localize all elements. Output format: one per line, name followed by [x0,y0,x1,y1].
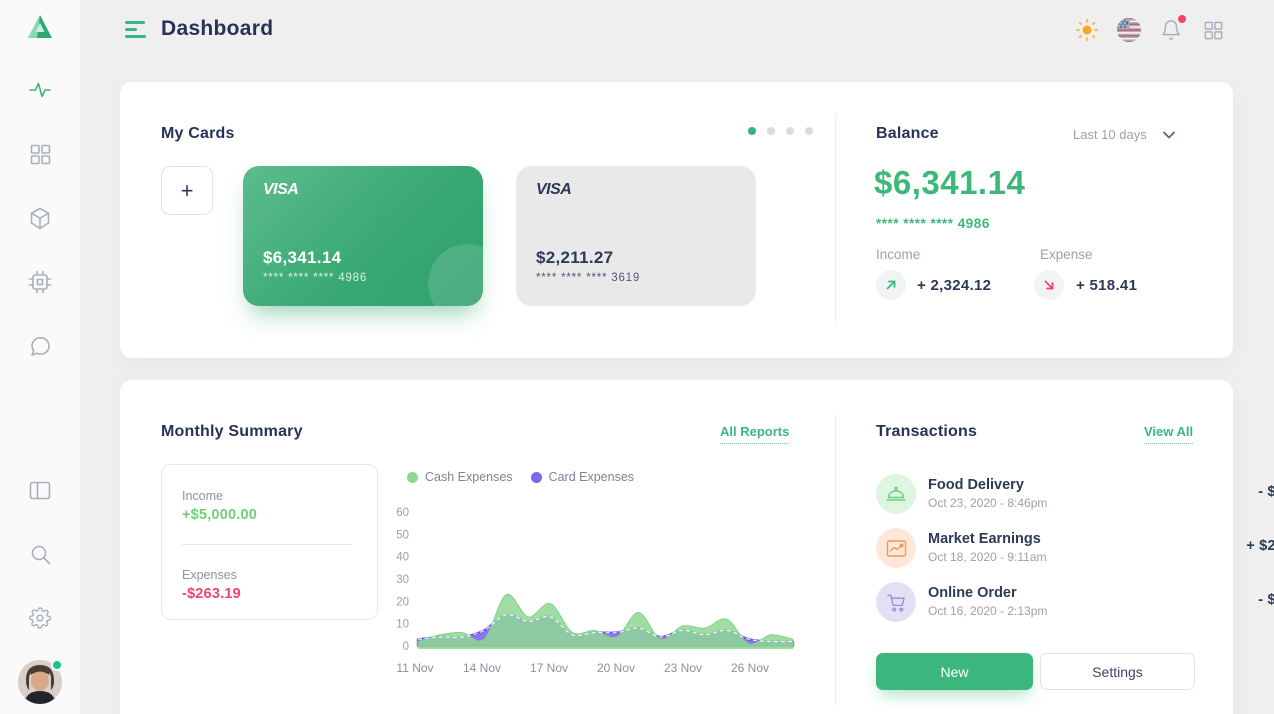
theme-sun-icon[interactable] [1074,17,1100,43]
transaction-row[interactable]: Online Order Oct 16, 2020 - 2:13pm - $92… [876,582,1274,626]
svg-text:20 Nov: 20 Nov [597,661,635,675]
balance-period-dropdown[interactable]: Last 10 days [1073,127,1175,142]
expense-value: + 518.41 [1076,277,1137,294]
cards-carousel-dots [748,127,813,135]
balance-card-number: **** **** **** 4986 [876,216,990,231]
svg-text:50: 50 [396,529,409,541]
transactions-title: Transactions [876,423,977,441]
sidebar-item-dashboard[interactable] [0,140,80,168]
sidebar-item-messages[interactable] [0,332,80,360]
activity-icon [29,80,51,100]
sidebar-item-search[interactable] [0,540,80,568]
layout-icon [29,481,51,500]
cash-expenses-legend-label: Cash Expenses [425,470,513,484]
summary-expenses-label: Expenses [182,568,237,582]
carousel-dot[interactable] [786,127,794,135]
food-delivery-icon [876,474,916,514]
carousel-dot[interactable] [767,127,775,135]
monthly-summary-title: Monthly Summary [161,423,303,441]
summary-expenses-value: -$263.19 [182,586,241,602]
visa-logo: VISA [263,181,463,199]
transaction-row[interactable]: Market Earnings Oct 18, 2020 - 9:11am + … [876,528,1274,572]
svg-text:40: 40 [396,552,409,564]
summary-income-value: +$5,000.00 [182,507,257,523]
svg-text:14 Nov: 14 Nov [463,661,501,675]
credit-card-primary[interactable]: VISA $6,341.14 **** **** **** 4986 [243,166,483,306]
menu-toggle-icon[interactable] [125,21,149,39]
sidebar-item-layout[interactable] [0,476,80,504]
language-flag-us-icon[interactable] [1116,17,1142,43]
sidebar [0,0,80,714]
chevron-down-icon [1163,131,1175,139]
sidebar-item-products[interactable] [0,204,80,232]
balance-amount: $6,341.14 [874,164,1025,202]
card-expenses-legend-dot [531,472,542,483]
svg-text:60: 60 [396,507,409,519]
all-reports-link[interactable]: All Reports [720,424,789,444]
card-number: **** **** **** 3619 [536,272,640,284]
svg-text:10: 10 [396,619,409,631]
online-status-dot [51,659,63,671]
search-icon [30,544,51,565]
income-value: + 2,324.12 [917,277,991,294]
arrow-down-right-icon [1042,278,1056,292]
panel-divider [835,415,836,705]
market-earnings-icon [876,528,916,568]
credit-card-secondary[interactable]: VISA $2,211.27 **** **** **** 3619 [516,166,756,306]
grid-icon [30,144,51,165]
sidebar-item-system[interactable] [0,268,80,296]
svg-text:23 Nov: 23 Nov [664,661,702,675]
svg-text:26 Nov: 26 Nov [731,661,769,675]
online-order-icon [876,582,916,622]
card-decoration-circle [428,244,483,306]
expense-arrow-badge [1034,270,1064,300]
add-card-button[interactable]: + [161,166,213,215]
carousel-dot[interactable] [748,127,756,135]
panel-divider [835,115,836,322]
arrow-up-right-icon [884,278,898,292]
apps-grid-icon[interactable] [1200,17,1226,43]
user-avatar[interactable] [18,660,62,704]
box-icon [29,207,51,230]
sidebar-item-activity[interactable] [0,76,80,104]
summary-income-box: Income +$5,000.00 Expenses -$263.19 [161,464,378,620]
settings-button[interactable]: Settings [1040,653,1195,690]
cpu-icon [28,270,52,294]
chat-icon [30,336,51,357]
summary-transactions-panel: Monthly Summary All Reports Income +$5,0… [120,380,1233,714]
visa-logo: VISA [536,181,736,199]
card-amount: $6,341.14 [263,248,341,268]
app-logo-icon[interactable] [26,13,54,46]
gear-icon [29,607,51,629]
notification-dot [1178,15,1186,23]
carousel-dot[interactable] [805,127,813,135]
period-label: Last 10 days [1073,127,1147,142]
svg-text:30: 30 [396,574,409,586]
my-cards-title: My Cards [161,125,235,143]
sidebar-item-settings[interactable] [0,604,80,632]
plus-icon: + [181,178,194,204]
chart-legend: Cash Expenses Card Expenses [407,470,634,484]
svg-text:17 Nov: 17 Nov [530,661,568,675]
notifications-bell-icon[interactable] [1158,17,1184,43]
divider [182,544,351,545]
card-number: **** **** **** 4986 [263,272,367,284]
svg-text:20: 20 [396,596,409,608]
balance-title: Balance [876,125,939,143]
cards-balance-panel: My Cards + VISA $6,341.14 **** **** ****… [120,82,1233,358]
card-amount: $2,211.27 [536,248,613,268]
new-button[interactable]: New [876,653,1033,690]
svg-text:11 Nov: 11 Nov [396,661,433,675]
expense-label: Expense [1040,247,1093,262]
income-label: Income [876,247,920,262]
income-arrow-badge [876,270,906,300]
expenses-area-chart: 60 50 40 30 20 10 0 11 Nov 14 Nov 17 Nov 20 Nov 23 … [385,495,800,685]
svg-text:0: 0 [403,641,409,653]
page-title: Dashboard [161,17,273,41]
cash-expenses-legend-dot [407,472,418,483]
summary-income-label: Income [182,489,223,503]
view-all-link[interactable]: View All [1144,424,1193,444]
card-expenses-legend-label: Card Expenses [549,470,634,484]
transaction-row[interactable]: Food Delivery Oct 23, 2020 - 8:46pm - $4… [876,474,1274,518]
